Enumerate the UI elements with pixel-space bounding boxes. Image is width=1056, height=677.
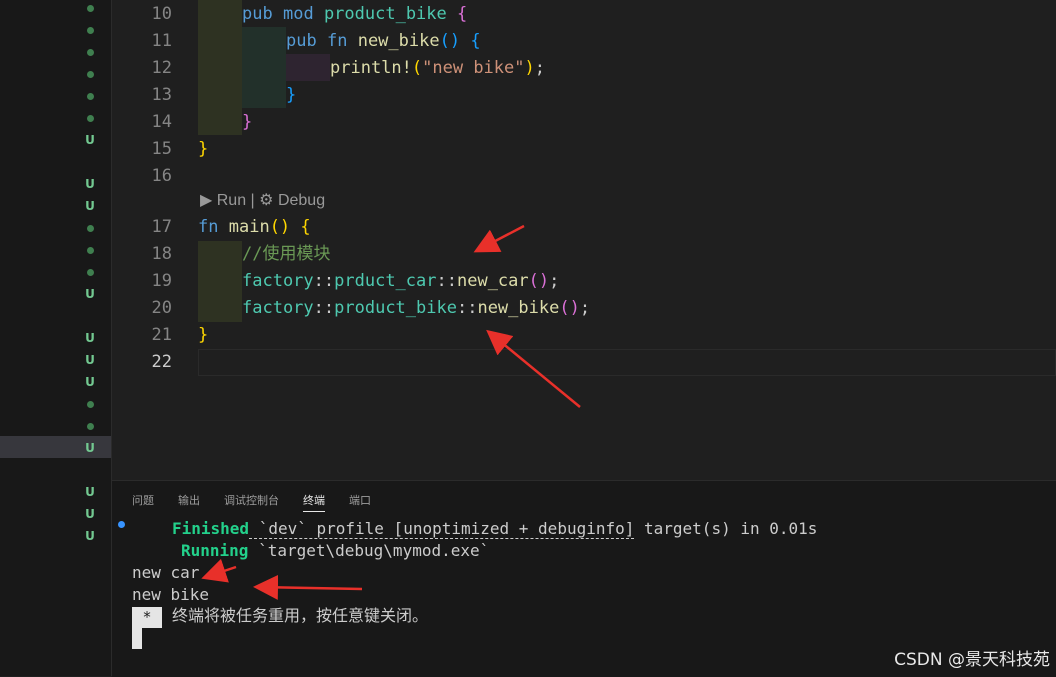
arrow-comment	[473, 224, 525, 253]
arrow-new-car	[201, 558, 237, 583]
arrow-new-bike	[253, 574, 363, 600]
annotation-arrows	[201, 224, 581, 600]
arrow-call	[486, 329, 581, 408]
